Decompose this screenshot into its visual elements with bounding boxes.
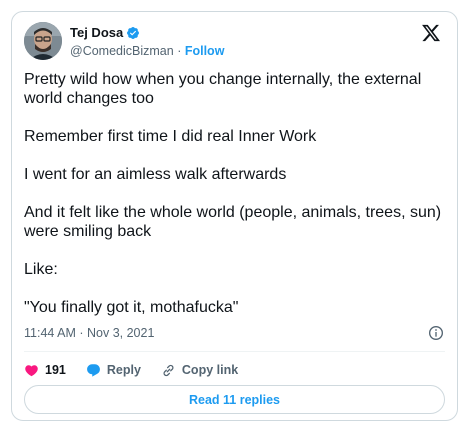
tweet-actions: 191 Reply Copy link [24, 360, 258, 380]
follow-button[interactable]: Follow [185, 44, 225, 58]
avatar-image [24, 22, 62, 60]
tweet-text: Pretty wild how when you change internal… [24, 70, 444, 317]
tweet-paragraph: And it felt like the whole world (people… [24, 204, 442, 240]
author-handle[interactable]: @ComedicBizman [70, 44, 174, 58]
tweet-paragraph: Remember first time I did real Inner Wor… [24, 128, 317, 145]
reply-button[interactable]: Reply [86, 363, 141, 378]
tweet-paragraph: I went for an aimless walk afterwards [24, 166, 287, 183]
avatar[interactable] [24, 22, 62, 60]
tweet-paragraph: Pretty wild how when you change internal… [24, 71, 422, 107]
author-name[interactable]: Tej Dosa [70, 25, 123, 41]
tweet-paragraph: "You finally got it, mothafucka" [24, 299, 239, 316]
copy-link-button[interactable]: Copy link [161, 363, 238, 378]
reply-label: Reply [106, 363, 141, 377]
like-button[interactable]: 191 [24, 363, 66, 378]
tweet-timestamp[interactable]: 11:44 AM · Nov 3, 2021 [24, 325, 154, 341]
handle-separator: · [177, 44, 182, 58]
read-replies-button[interactable]: Read 11 replies [24, 385, 445, 414]
tweet-paragraph: Like: [24, 261, 58, 278]
tweet-card: Tej Dosa @ComedicBizman · Follow Pretty … [11, 11, 458, 421]
divider [24, 351, 445, 352]
heart-icon [24, 363, 39, 378]
handle-row: @ComedicBizman · Follow [70, 43, 224, 59]
tweet-header: Tej Dosa @ComedicBizman · Follow [24, 22, 445, 66]
like-count: 191 [45, 363, 66, 377]
verified-badge-icon [126, 26, 140, 40]
info-icon[interactable] [428, 325, 444, 341]
speech-bubble-icon [86, 363, 101, 378]
author-name-row: Tej Dosa [70, 25, 140, 41]
x-logo-icon[interactable] [421, 23, 441, 43]
link-icon [161, 363, 176, 378]
copy-link-label: Copy link [181, 363, 239, 377]
